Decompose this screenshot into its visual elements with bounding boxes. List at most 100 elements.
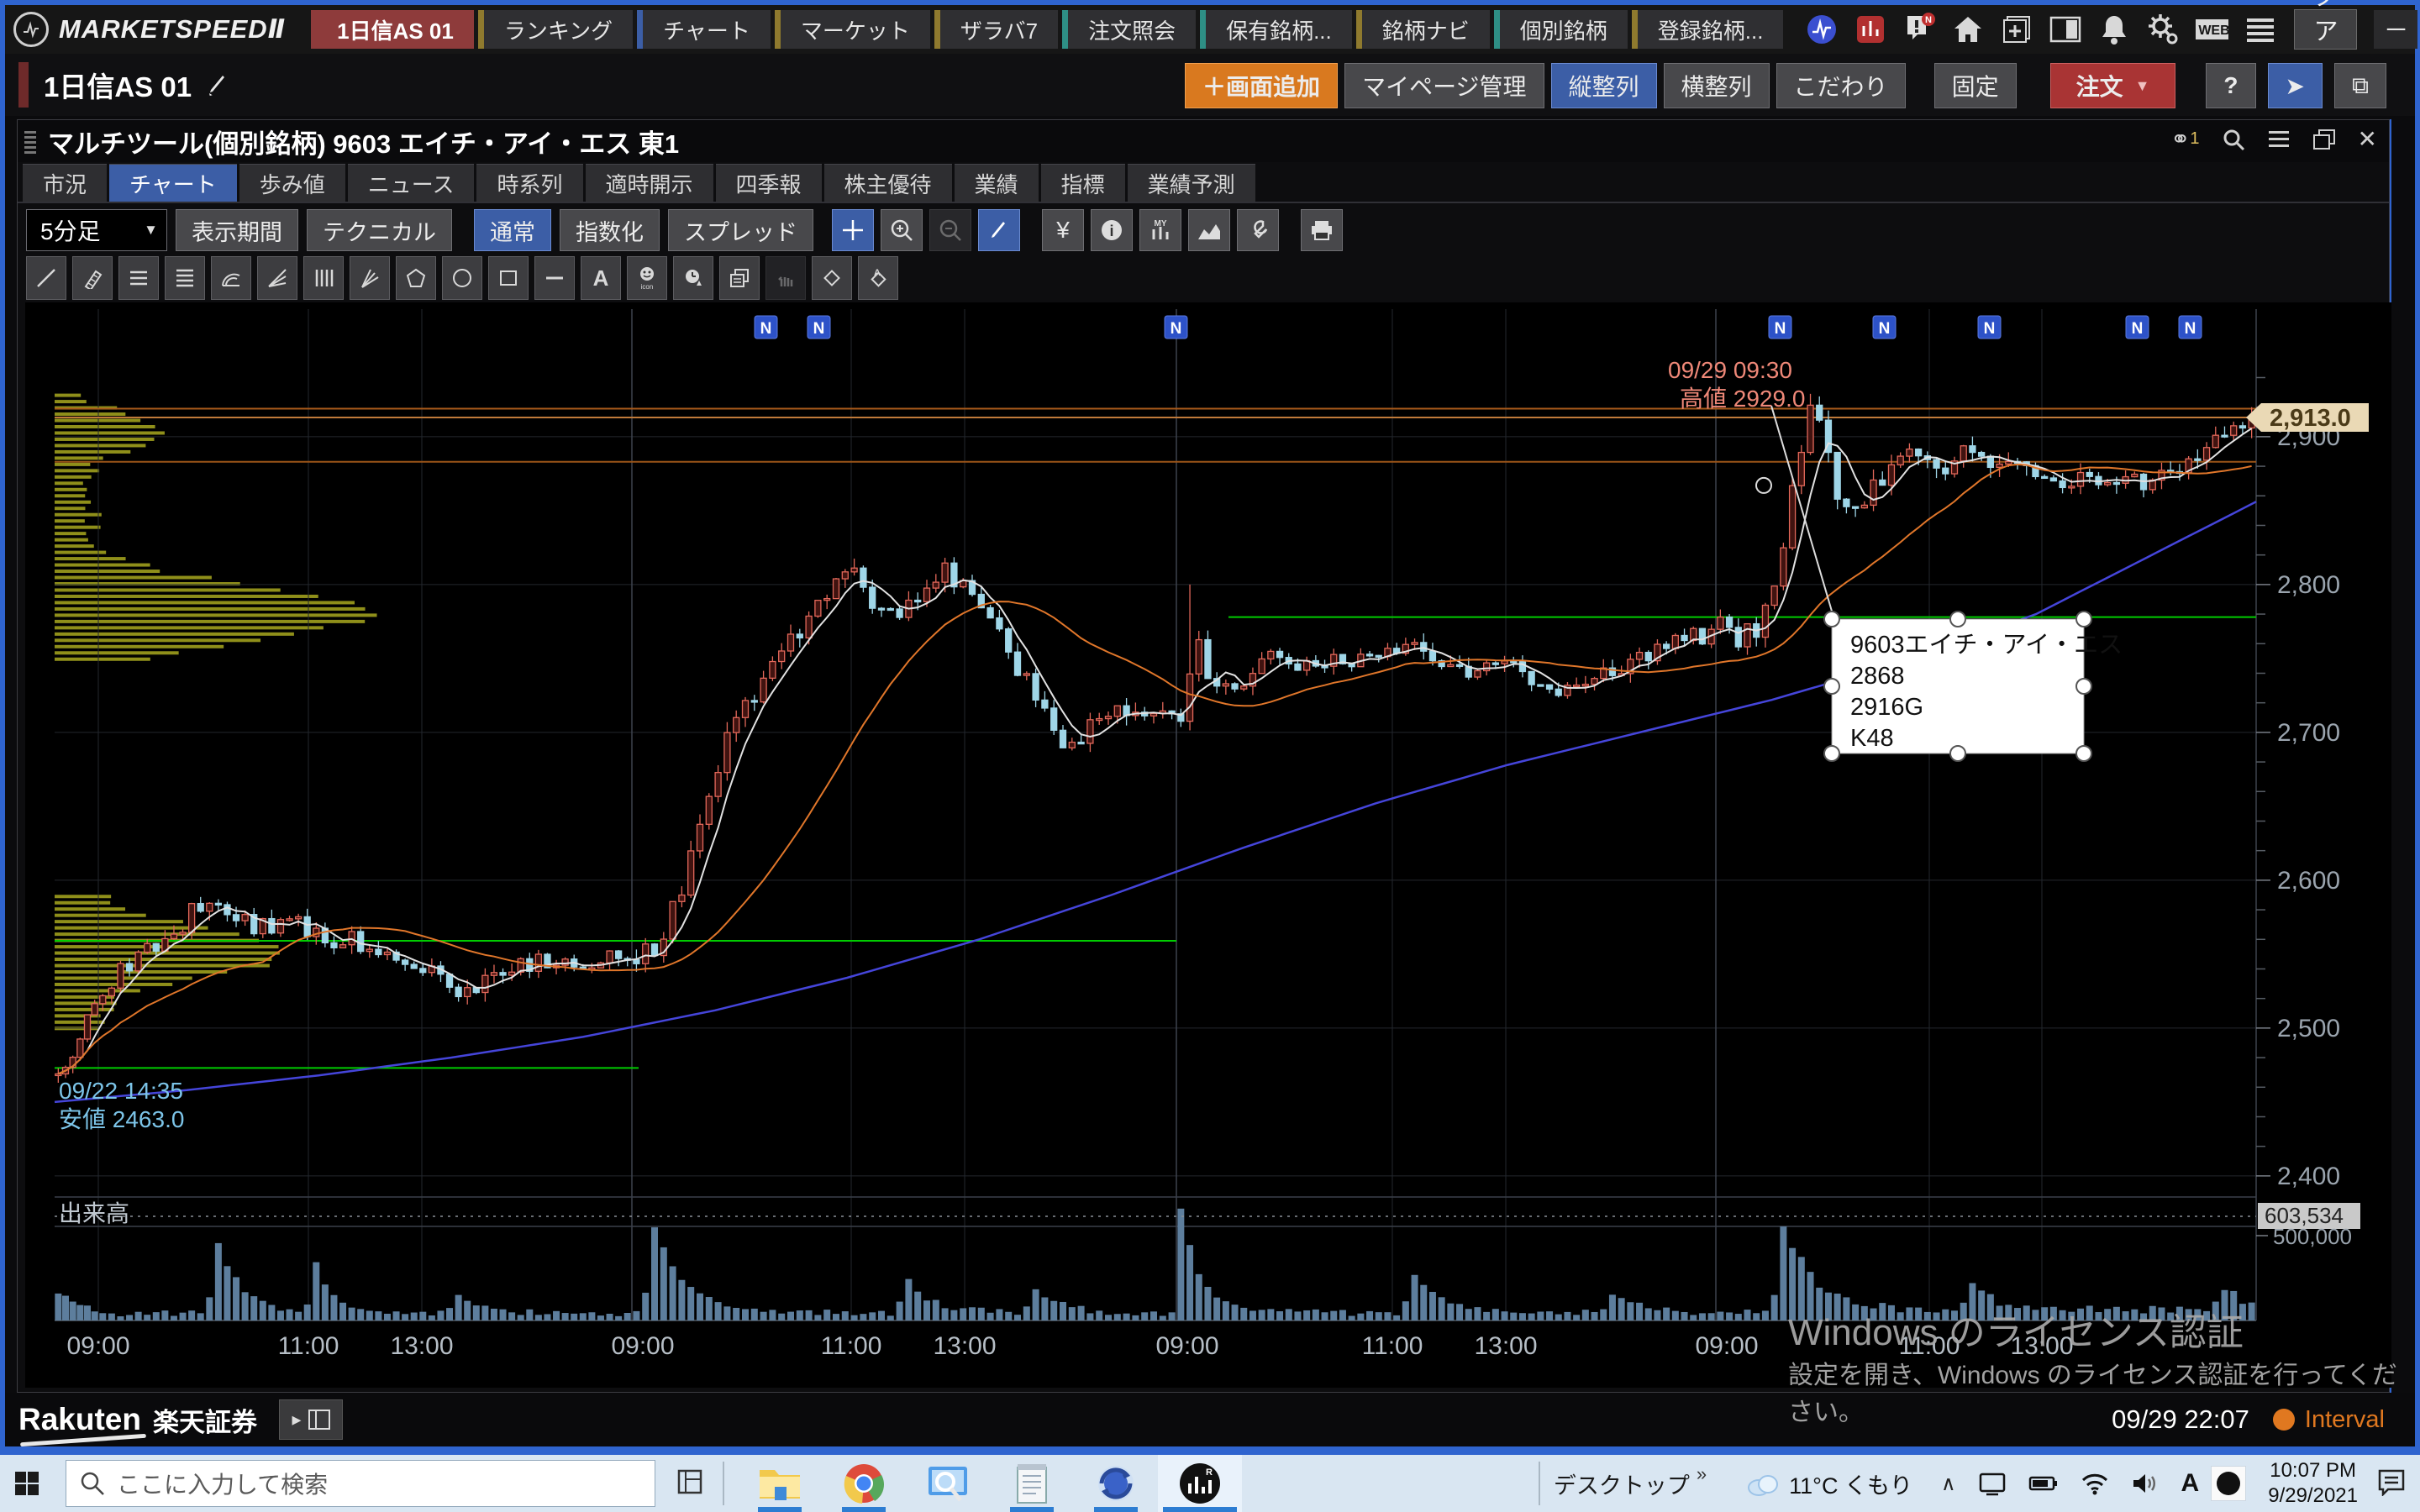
desktop-more-chevron[interactable]: » <box>1697 1463 1707 1485</box>
h-lines-3-button[interactable] <box>118 256 159 300</box>
start-button[interactable] <box>0 1455 54 1512</box>
display-period-button[interactable]: 表示期間 <box>176 209 298 251</box>
time-cycle-button[interactable] <box>673 256 713 300</box>
top-tab-4[interactable]: ザラバ7 <box>934 10 1058 49</box>
vertical-lines-button[interactable] <box>303 256 344 300</box>
my-chart-icon[interactable]: MY <box>1139 209 1181 251</box>
add-window-icon[interactable] <box>2000 13 2033 46</box>
web-icon[interactable]: WEB <box>2195 13 2228 46</box>
spread-mode-button[interactable]: スプレッド <box>668 209 813 251</box>
cast-icon[interactable] <box>1978 1471 2007 1496</box>
help-button[interactable]: ? <box>2206 63 2255 108</box>
printer-icon[interactable] <box>1301 209 1343 251</box>
symbol-search-icon[interactable] <box>2222 128 2245 151</box>
sync-sphere-icon[interactable] <box>1074 1455 1158 1512</box>
top-tab-0[interactable]: 1日信AS 01 <box>311 10 474 49</box>
tray-expand-chevron[interactable]: ∧ <box>1941 1472 1956 1496</box>
zoom-out-icon[interactable] <box>929 209 971 251</box>
normal-mode-button[interactable]: 通常 <box>474 209 551 251</box>
text-note-button[interactable]: A <box>581 256 621 300</box>
window-menu-icon[interactable] <box>2267 129 2291 150</box>
bell-icon[interactable] <box>2097 13 2131 46</box>
battery-icon[interactable] <box>2028 1473 2059 1494</box>
rectangle-button[interactable] <box>488 256 529 300</box>
window-tab-4[interactable]: 時系列 <box>476 164 582 202</box>
technical-button[interactable]: テクニカル <box>307 209 452 251</box>
top-tab-5[interactable]: 注文照会 <box>1062 10 1196 49</box>
info-icon[interactable]: i <box>1091 209 1133 251</box>
fibonacci-arc-button[interactable] <box>211 256 251 300</box>
window-tab-3[interactable]: ニュース <box>348 164 475 202</box>
marketspeed-icon[interactable]: R <box>1158 1455 1242 1512</box>
window-tab-0[interactable]: 市況 <box>23 164 107 202</box>
ime-mode-icon[interactable] <box>2211 1466 2246 1501</box>
area-chart-icon[interactable] <box>1188 209 1230 251</box>
crosshair-icon[interactable] <box>832 209 874 251</box>
minimize-button[interactable]: ─ <box>2374 10 2417 49</box>
menu-icon[interactable] <box>2244 13 2277 46</box>
pulse-icon[interactable] <box>1805 13 1839 46</box>
task-view-button[interactable] <box>676 1467 704 1500</box>
zoom-in-icon[interactable] <box>881 209 923 251</box>
window-tab-7[interactable]: 株主優待 <box>824 164 952 202</box>
ws-button-3[interactable]: こだわり <box>1776 63 1906 108</box>
candlestick-chart[interactable]: NNNNNNNN09/29 09:30高値 2929.009/22 14:35安… <box>25 302 2391 1388</box>
support-cursor-button[interactable]: ➤ <box>2268 63 2323 108</box>
copy-object-button[interactable] <box>719 256 760 300</box>
h-segment-button[interactable] <box>534 256 575 300</box>
indexed-mode-button[interactable]: 指数化 <box>560 209 660 251</box>
top-tab-8[interactable]: 個別銘柄 <box>1494 10 1628 49</box>
file-explorer-icon[interactable] <box>738 1455 822 1512</box>
top-tab-2[interactable]: チャート <box>637 10 771 49</box>
top-tab-9[interactable]: 登録銘柄... <box>1632 10 1784 49</box>
window-tab-2[interactable]: 歩み値 <box>239 164 345 202</box>
news-alert-icon[interactable]: N <box>1902 13 1936 46</box>
pitchfork-button[interactable] <box>350 256 390 300</box>
screen-magnifier-icon[interactable] <box>906 1455 990 1512</box>
icon-stamp-button[interactable]: icon <box>627 256 667 300</box>
link-group-icon[interactable]: ⚭1 <box>2170 125 2200 153</box>
window-tab-6[interactable]: 四季報 <box>716 164 822 202</box>
top-tab-6[interactable]: 保有銘柄... <box>1200 10 1352 49</box>
window-close-icon[interactable]: ✕ <box>2358 125 2377 153</box>
eraser-text-button[interactable]: A <box>858 256 898 300</box>
ws-button-1[interactable]: 縦整列 <box>1551 63 1657 108</box>
window-tab-9[interactable]: 指標 <box>1041 164 1125 202</box>
home-icon[interactable] <box>1951 13 1985 46</box>
logout-button[interactable]: ログアウト <box>2294 9 2357 50</box>
top-tab-7[interactable]: 銘柄ナビ <box>1356 10 1490 49</box>
ws-button-4[interactable]: 固定 <box>1934 63 2017 108</box>
desktop-toolbar-label[interactable]: デスクトップ <box>1554 1467 1690 1500</box>
window-tab-5[interactable]: 適時開示 <box>586 164 713 202</box>
yen-icon[interactable]: ¥ <box>1042 209 1084 251</box>
chrome-icon[interactable] <box>822 1455 906 1512</box>
weather-widget[interactable]: 11°C くもり <box>1745 1467 1912 1500</box>
pencil-icon[interactable] <box>978 209 1020 251</box>
edit-pencil-icon[interactable] <box>205 72 230 97</box>
pentagon-button[interactable] <box>396 256 436 300</box>
wrench-icon[interactable] <box>1237 209 1279 251</box>
period-select[interactable]: 5分足▼ <box>26 209 167 251</box>
drag-grip-icon[interactable] <box>24 129 36 154</box>
hatched-pencil-button[interactable] <box>72 256 113 300</box>
gear-icon[interactable] <box>2146 13 2180 46</box>
window-tab-1[interactable]: チャート <box>109 164 237 202</box>
ellipse-button[interactable] <box>442 256 482 300</box>
ime-a-icon[interactable]: A <box>2181 1469 2200 1498</box>
cascade-button[interactable]: ⧉ <box>2334 63 2386 108</box>
window-tab-10[interactable]: 業績予測 <box>1128 164 1255 202</box>
hand-tool-button[interactable] <box>765 256 806 300</box>
panel-icon[interactable] <box>2049 13 2082 46</box>
window-tab-8[interactable]: 業績 <box>955 164 1039 202</box>
h-lines-4-button[interactable] <box>165 256 205 300</box>
volume-icon[interactable] <box>2131 1472 2160 1495</box>
notification-center-icon[interactable] <box>2376 1467 2407 1500</box>
taskbar-search-input[interactable]: ここに入力して検索 <box>66 1460 655 1507</box>
fan-lines-button[interactable] <box>257 256 297 300</box>
add-screen-button[interactable]: ＋画面追加 <box>1185 63 1338 108</box>
notepad-icon[interactable] <box>990 1455 1074 1512</box>
chart-app-icon[interactable] <box>1854 13 1887 46</box>
multitool-titlebar[interactable]: マルチツール(個別銘柄) 9603 エイチ・アイ・エス 東1 ⚭1 ✕ <box>18 120 2389 162</box>
eraser-button[interactable] <box>812 256 852 300</box>
taskbar-clock[interactable]: 10:07 PM 9/29/2021 <box>2268 1458 2358 1509</box>
